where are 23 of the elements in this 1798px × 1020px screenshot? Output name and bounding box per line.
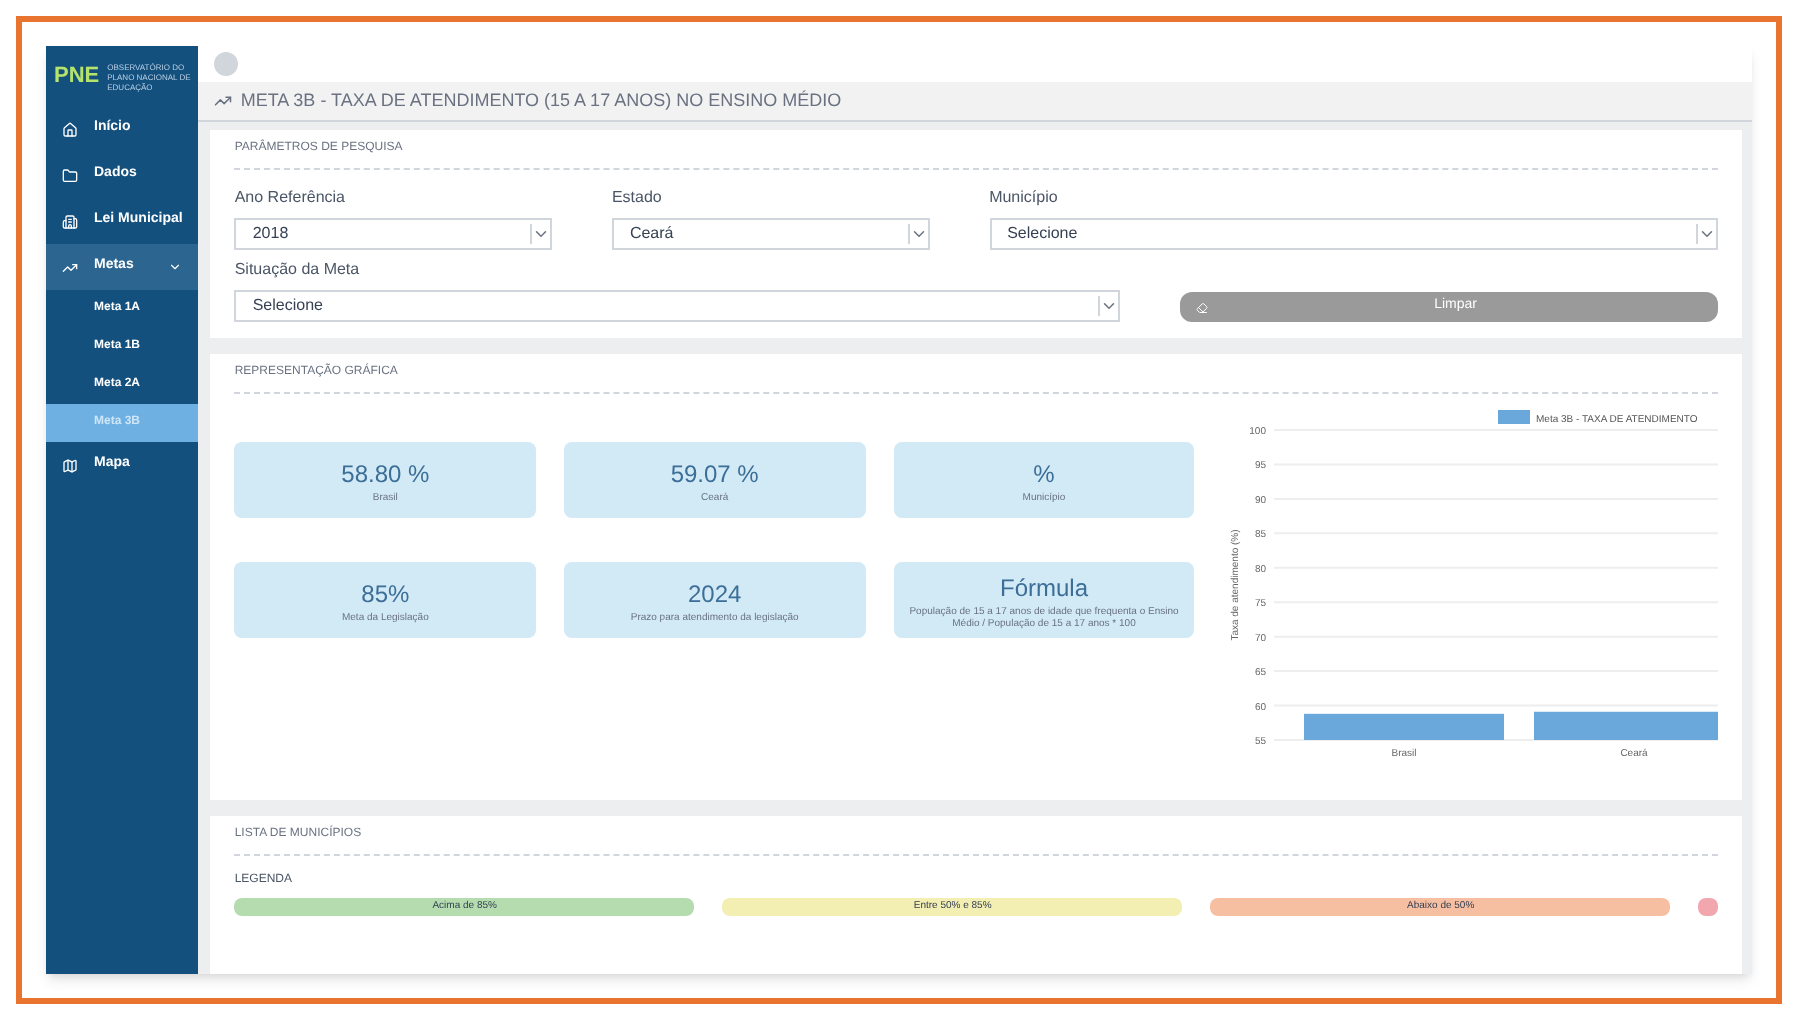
logo: PNE [54, 61, 100, 92]
field-label: Ano Referência [234, 186, 347, 210]
caret-icon [1696, 224, 1717, 244]
toggle-button[interactable] [214, 52, 239, 76]
folder-icon [62, 167, 78, 183]
select-field[interactable]: Selecione [234, 290, 1121, 322]
building-icon [62, 213, 78, 229]
trend-icon [62, 259, 78, 275]
field-label: Município [989, 186, 1060, 210]
page-header: META 3B - TAXA DE ATENDIMENTO (15 A 17 ANOS) NO ENSINO MÉDIO [198, 82, 1752, 122]
field-label: Estado [611, 186, 664, 210]
map-icon [62, 457, 78, 473]
trend-icon [214, 92, 233, 110]
caret-icon [529, 224, 550, 244]
caret-icon [168, 260, 183, 274]
select-field[interactable]: Ceará [611, 218, 930, 250]
select-field[interactable]: 2018 [234, 218, 552, 250]
home-icon [62, 121, 78, 137]
eraser-icon [1196, 301, 1209, 313]
select-field[interactable]: Selecione [989, 218, 1719, 250]
caret-icon [907, 224, 928, 244]
field-label: Situação da Meta [234, 258, 362, 282]
caret-icon [1098, 296, 1119, 316]
